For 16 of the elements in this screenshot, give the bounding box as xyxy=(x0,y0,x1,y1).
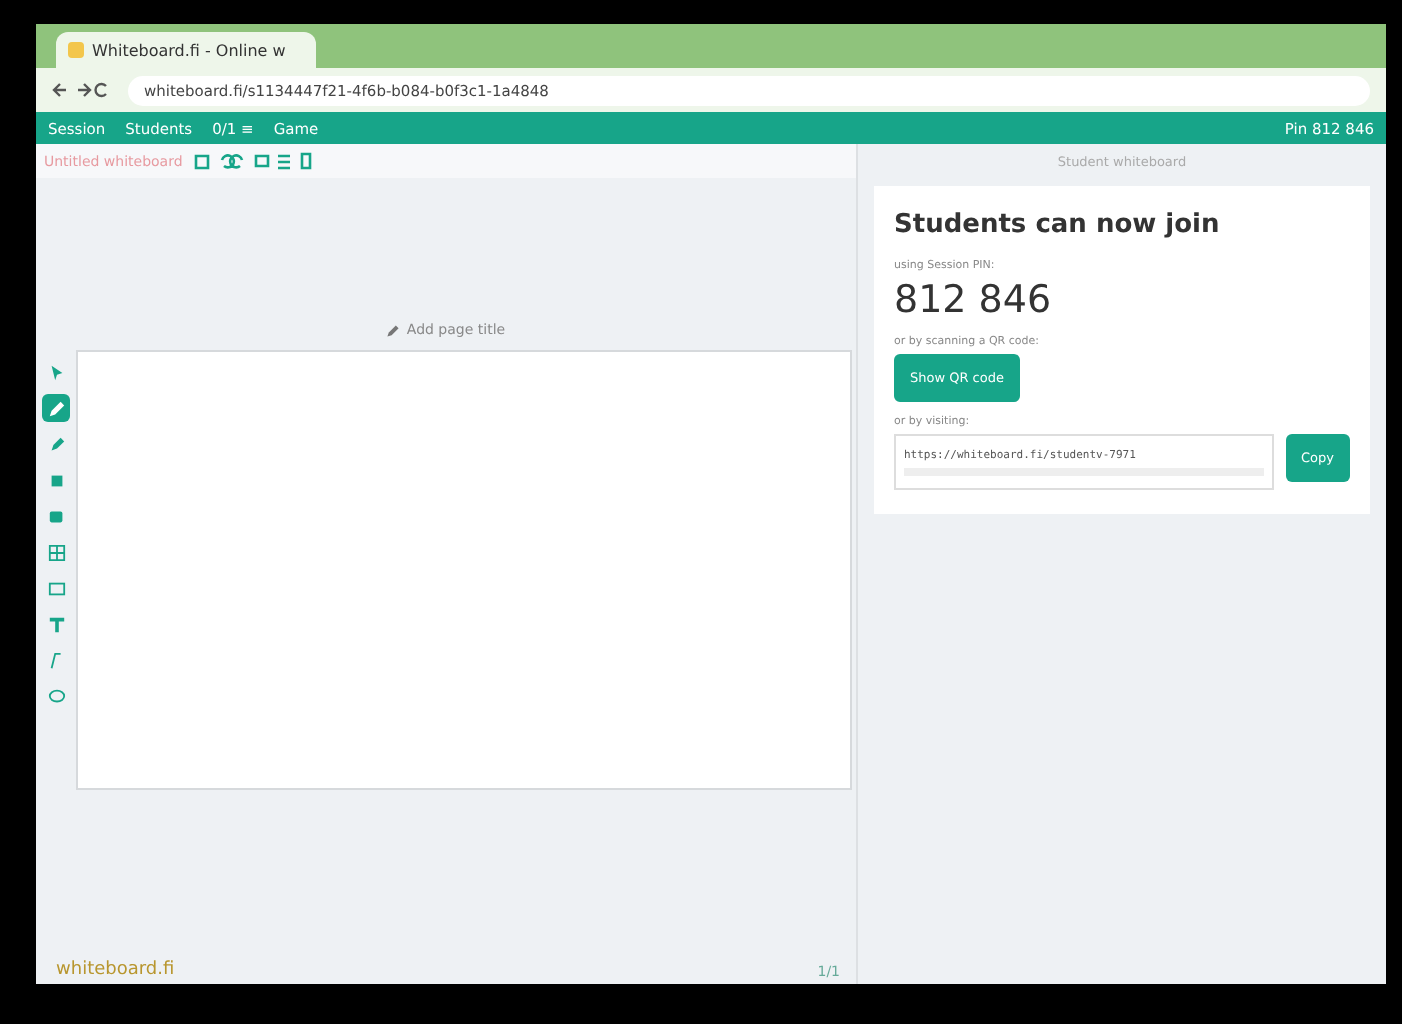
square-icon xyxy=(47,507,65,525)
join-heading: Students can now join xyxy=(894,210,1222,240)
tool-button[interactable] xyxy=(42,394,70,422)
pencil-icon xyxy=(386,323,401,337)
session-pin: 812 846 xyxy=(894,278,1054,322)
text-icon xyxy=(47,615,65,633)
navigation-icon[interactable] xyxy=(52,82,112,98)
marker-icon xyxy=(47,435,65,453)
logo: whiteboard.fi xyxy=(56,960,175,980)
toolbar-icons-drawing xyxy=(194,152,315,170)
favicon-icon xyxy=(68,42,84,58)
pen-icon xyxy=(47,399,65,417)
grid-icon xyxy=(47,543,65,561)
browser-tab[interactable]: Whiteboard.fi - Online w xyxy=(56,32,316,68)
image-icon xyxy=(47,579,65,597)
pointer-icon xyxy=(47,363,65,381)
